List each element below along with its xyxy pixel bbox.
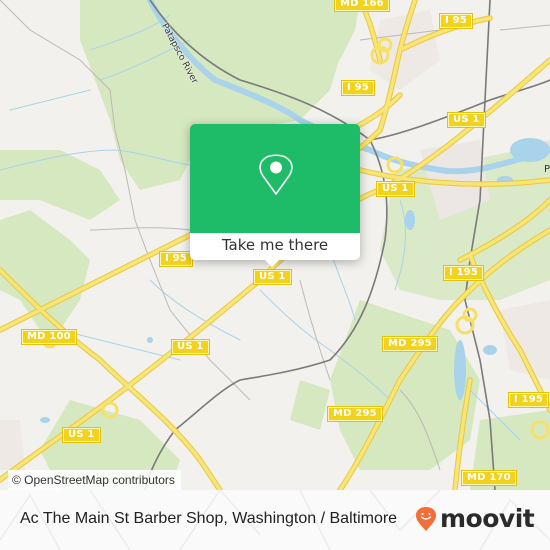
map-attribution[interactable]: © OpenStreetMap contributors bbox=[8, 470, 181, 490]
stream bbox=[329, 249, 356, 321]
route-shield: I 195 bbox=[507, 392, 550, 408]
popup-pointer bbox=[264, 259, 280, 267]
place-label: P bbox=[544, 164, 550, 175]
route-shield: US 1 bbox=[253, 269, 292, 285]
moovit-smiley-pin-icon bbox=[416, 507, 436, 531]
lake bbox=[510, 138, 550, 162]
route-shield: MD 170 bbox=[461, 470, 517, 486]
lake bbox=[40, 417, 50, 423]
route-shield: US 1 bbox=[171, 339, 210, 355]
lake bbox=[454, 340, 466, 400]
park-area bbox=[290, 380, 330, 430]
lake bbox=[483, 345, 497, 355]
route-shield: US 1 bbox=[376, 181, 415, 197]
route-shield: US 1 bbox=[62, 427, 101, 443]
minor-road bbox=[499, 24, 550, 31]
route-shield: I 95 bbox=[439, 13, 473, 29]
map-canvas[interactable]: Patapsco River P MD 166 I 95 I 95 US 1 U… bbox=[0, 0, 550, 490]
moovit-logo[interactable]: moovit bbox=[415, 504, 535, 534]
route-shield: MD 295 bbox=[327, 406, 383, 422]
stream bbox=[9, 89, 91, 111]
location-popup: Take me there bbox=[190, 124, 360, 267]
route-shield: MD 295 bbox=[382, 336, 438, 352]
route-shield: MD 166 bbox=[334, 0, 390, 12]
footer-bar: Ac The Main St Barber Shop, Washington /… bbox=[0, 490, 550, 550]
brand-name: moovit bbox=[440, 504, 535, 533]
route-shield: I 95 bbox=[159, 251, 193, 267]
place-title: Ac The Main St Barber Shop, Washington /… bbox=[20, 510, 398, 527]
minor-road bbox=[89, 227, 191, 231]
popup-header bbox=[190, 124, 360, 233]
lake bbox=[405, 210, 415, 230]
lake bbox=[147, 337, 153, 343]
park-area bbox=[0, 150, 120, 220]
route-shield: I 95 bbox=[341, 80, 375, 96]
map-pin-icon bbox=[259, 154, 293, 195]
route-shield: US 1 bbox=[447, 112, 486, 128]
route-shield: I 195 bbox=[442, 265, 485, 281]
route-shield: MD 100 bbox=[21, 329, 77, 345]
take-me-there-button[interactable]: Take me there bbox=[190, 233, 360, 260]
urban-area bbox=[500, 300, 550, 380]
